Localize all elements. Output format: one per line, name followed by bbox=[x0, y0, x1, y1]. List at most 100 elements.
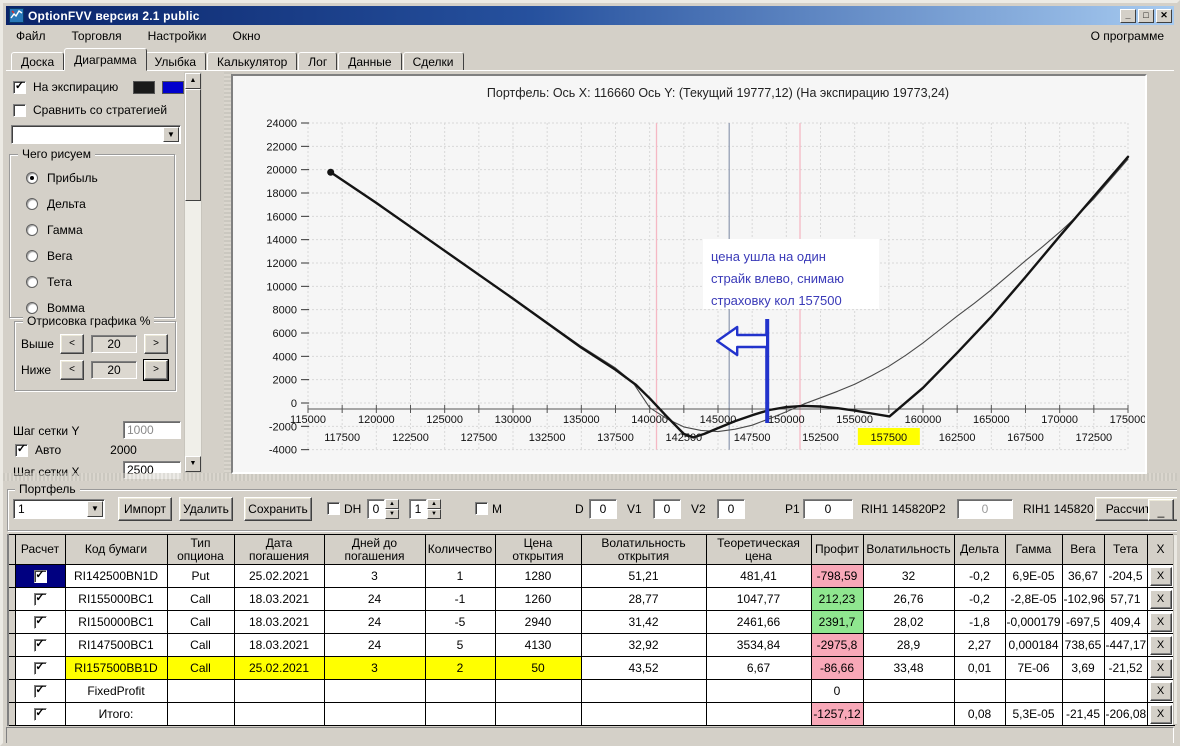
auto-grid-checkbox[interactable] bbox=[15, 443, 28, 457]
minimize-button[interactable]: _ bbox=[1120, 8, 1136, 23]
draw-option-label: Вомма bbox=[47, 301, 85, 315]
remove-row-button[interactable]: X bbox=[1149, 589, 1172, 609]
chart-settings-panel: На экспирацию Сравнить со стратегией ▼ Ч… bbox=[7, 72, 203, 479]
remove-row-button[interactable]: X bbox=[1149, 635, 1172, 655]
scroll-down-icon[interactable]: ▼ bbox=[185, 456, 201, 472]
close-button[interactable]: ✕ bbox=[1156, 8, 1172, 23]
table-scrollbar[interactable] bbox=[1173, 534, 1177, 725]
radio-icon[interactable] bbox=[26, 224, 38, 236]
radio-icon[interactable] bbox=[26, 302, 38, 314]
scroll-up-icon[interactable]: ▲ bbox=[185, 73, 201, 89]
title-bar[interactable]: OptionFVV версия 2.1 public _ □ ✕ bbox=[6, 6, 1174, 25]
draw-option-Тета[interactable]: Тета bbox=[10, 269, 174, 295]
dh-spinner-2[interactable]: 1 ▲ ▼ bbox=[409, 499, 441, 519]
draw-option-Дельта[interactable]: Дельта bbox=[10, 191, 174, 217]
expiration-color-swatch[interactable] bbox=[133, 80, 156, 94]
value-cell: 2461,66 bbox=[705, 610, 812, 634]
value-cell bbox=[1103, 679, 1148, 703]
portfolio-select[interactable]: 1 ▼ bbox=[13, 499, 105, 519]
table-row: RI147500BC1Call18.03.2021245413032,92353… bbox=[7, 633, 1175, 657]
chevron-down-icon[interactable]: ▼ bbox=[163, 127, 179, 142]
remove-row-button[interactable]: X bbox=[1149, 681, 1172, 701]
menu-window[interactable]: Окно bbox=[233, 29, 261, 43]
v2-field[interactable]: 0 bbox=[717, 499, 745, 519]
calc-checkbox[interactable] bbox=[33, 592, 47, 606]
svg-text:162500: 162500 bbox=[939, 432, 976, 444]
compare-strategy-checkbox[interactable] bbox=[13, 103, 26, 117]
m-checkbox[interactable] bbox=[475, 502, 488, 515]
v1-field[interactable]: 0 bbox=[653, 499, 681, 519]
d-field[interactable]: 0 bbox=[589, 499, 617, 519]
calc-checkbox[interactable] bbox=[33, 615, 47, 629]
value-cell: 6,67 bbox=[705, 656, 812, 680]
tab-kalkulyator[interactable]: Калькулятор bbox=[207, 52, 298, 71]
value-cell bbox=[424, 702, 496, 726]
tab-ulybka[interactable]: Улыбка bbox=[144, 52, 207, 71]
draw-option-Гамма[interactable]: Гамма bbox=[10, 217, 174, 243]
draw-option-Прибыль[interactable]: Прибыль bbox=[10, 165, 174, 191]
below-decrement-button[interactable]: < bbox=[60, 360, 84, 380]
payoff-chart[interactable]: -4000 -2000 0 2000 4000 6000 8000 10000 12000 140… bbox=[231, 74, 1147, 474]
value-cell: 7E-06 bbox=[1004, 656, 1063, 680]
value-cell: -206,08 bbox=[1103, 702, 1148, 726]
p1-field[interactable]: 0 bbox=[803, 499, 853, 519]
below-increment-button[interactable]: > bbox=[143, 359, 169, 381]
remove-row-button[interactable]: X bbox=[1149, 612, 1172, 632]
above-value-field[interactable]: 20 bbox=[91, 335, 137, 353]
remove-row-button[interactable]: X bbox=[1149, 658, 1172, 678]
spin-down-icon[interactable]: ▼ bbox=[427, 509, 441, 519]
value-cell bbox=[233, 679, 325, 703]
remove-row-button[interactable]: X bbox=[1149, 704, 1172, 724]
value-cell bbox=[705, 679, 812, 703]
menu-trading[interactable]: Торговля bbox=[72, 29, 122, 43]
calc-checkbox[interactable] bbox=[33, 684, 47, 698]
p2-field[interactable]: 0 bbox=[957, 499, 1013, 519]
radio-icon[interactable] bbox=[26, 172, 38, 184]
dh-spinner-1[interactable]: 0 ▲ ▼ bbox=[367, 499, 399, 519]
svg-text:20000: 20000 bbox=[266, 165, 297, 177]
calc-checkbox[interactable] bbox=[33, 661, 47, 675]
chevron-down-icon[interactable]: ▼ bbox=[87, 501, 103, 517]
tab-log[interactable]: Лог bbox=[298, 52, 338, 71]
tab-diagramma[interactable]: Диаграмма bbox=[64, 48, 147, 71]
strategy-select[interactable]: ▼ bbox=[11, 125, 181, 144]
calc-checkbox[interactable] bbox=[33, 569, 47, 583]
value-cell: 2 bbox=[424, 656, 496, 680]
grid-step-y-field[interactable]: 1000 bbox=[123, 421, 181, 439]
menu-file[interactable]: Файл bbox=[16, 29, 46, 43]
spin-down-icon[interactable]: ▼ bbox=[385, 509, 399, 519]
sidebar-scrollbar[interactable]: ▲ ▼ bbox=[184, 72, 202, 473]
calc-checkbox[interactable] bbox=[33, 638, 47, 652]
draw-option-Вега[interactable]: Вега bbox=[10, 243, 174, 269]
above-increment-button[interactable]: > bbox=[144, 334, 168, 354]
radio-icon[interactable] bbox=[26, 276, 38, 288]
spin-up-icon[interactable]: ▲ bbox=[385, 499, 399, 509]
radio-icon[interactable] bbox=[26, 250, 38, 262]
remove-row-button[interactable]: X bbox=[1149, 566, 1172, 586]
dh-checkbox[interactable] bbox=[327, 502, 340, 515]
grid-step-y-label: Шаг сетки Y bbox=[13, 424, 80, 438]
tab-doska[interactable]: Доска bbox=[11, 52, 65, 71]
delete-button[interactable]: Удалить bbox=[179, 497, 233, 521]
calc-checkbox[interactable] bbox=[33, 707, 47, 721]
tab-sdelki[interactable]: Сделки bbox=[402, 52, 464, 71]
series-start-dot bbox=[327, 168, 335, 176]
radio-icon[interactable] bbox=[26, 198, 38, 210]
import-button[interactable]: Импорт bbox=[118, 497, 172, 521]
value-cell: 3,69 bbox=[1061, 656, 1105, 680]
app-window: OptionFVV версия 2.1 public _ □ ✕ Файл Т… bbox=[0, 0, 1180, 746]
menu-about[interactable]: О программе bbox=[1091, 29, 1164, 43]
save-button[interactable]: Сохранить bbox=[244, 497, 312, 521]
below-value-field[interactable]: 20 bbox=[91, 361, 137, 379]
above-decrement-button[interactable]: < bbox=[60, 334, 84, 354]
current-color-swatch[interactable] bbox=[162, 80, 185, 94]
spin-up-icon[interactable]: ▲ bbox=[427, 499, 441, 509]
menu-settings[interactable]: Настройки bbox=[148, 29, 207, 43]
value-cell: 0 bbox=[810, 679, 864, 703]
tab-dannye[interactable]: Данные bbox=[338, 52, 402, 71]
collapse-button[interactable]: _ bbox=[1148, 499, 1174, 521]
maximize-button[interactable]: □ bbox=[1138, 8, 1154, 23]
on-expiration-checkbox[interactable] bbox=[13, 80, 26, 94]
value-cell bbox=[424, 679, 496, 703]
scrollbar-thumb[interactable] bbox=[185, 89, 201, 201]
